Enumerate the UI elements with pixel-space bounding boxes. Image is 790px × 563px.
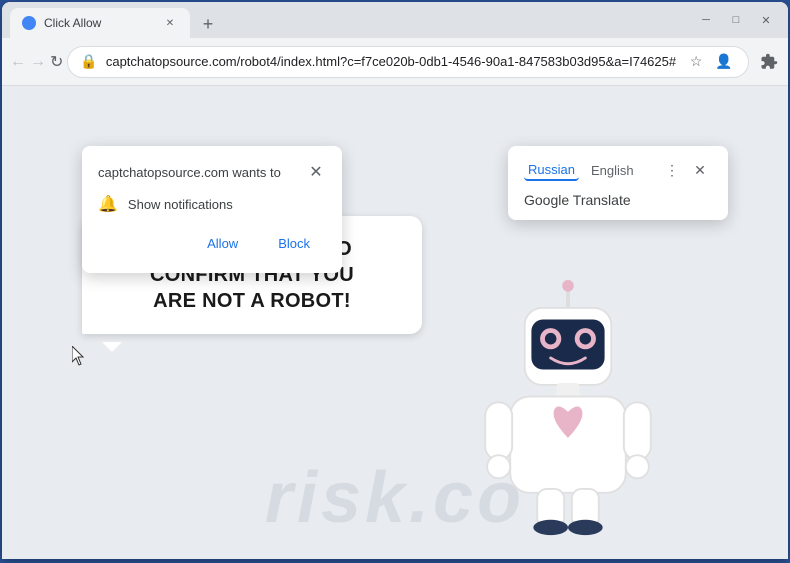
address-bar-icons: ☆ 👤: [684, 50, 736, 74]
tab-favicon: [22, 16, 36, 30]
translate-close-icon[interactable]: ✕: [688, 158, 712, 182]
url-text: captchatopsource.com/robot4/index.html?c…: [106, 54, 676, 69]
popup-title: captchatopsource.com wants to: [98, 165, 281, 180]
show-notifications-text: Show notifications: [128, 197, 233, 212]
bell-icon: 🔔: [98, 194, 118, 214]
translate-more-icon[interactable]: ⋮: [660, 158, 684, 182]
translate-popup: Russian English ⋮ ✕ Google Translate: [508, 146, 728, 220]
profile-icon[interactable]: 👤: [712, 50, 736, 74]
address-bar[interactable]: 🔒 captchatopsource.com/robot4/index.html…: [67, 46, 749, 78]
translate-icons: ⋮ ✕: [660, 158, 712, 182]
english-lang-button[interactable]: English: [587, 161, 638, 180]
active-tab[interactable]: Click Allow ✕: [10, 8, 190, 38]
new-tab-button[interactable]: +: [194, 10, 222, 38]
back-button[interactable]: ←: [10, 46, 26, 78]
window-controls: ─ □ ✕: [692, 6, 780, 34]
refresh-button[interactable]: ↻: [50, 46, 63, 78]
forward-button[interactable]: →: [30, 46, 46, 78]
robot-illustration: [468, 279, 668, 539]
popup-close-button[interactable]: ✕: [306, 162, 326, 182]
maximize-button[interactable]: □: [722, 6, 750, 34]
page-content: risk.co captchatopsource.com wants to ✕ …: [2, 86, 788, 559]
tab-area: Click Allow ✕ +: [10, 2, 692, 38]
russian-lang-button[interactable]: Russian: [524, 160, 579, 181]
translate-service-name: Google Translate: [524, 192, 712, 208]
popup-header: captchatopsource.com wants to ✕: [98, 162, 326, 182]
block-button[interactable]: Block: [262, 230, 326, 257]
browser-window: Click Allow ✕ + ─ □ ✕ ← → ↻ 🔒 captchatop…: [2, 2, 788, 559]
mouse-cursor: [72, 346, 84, 364]
popup-notification-item: 🔔 Show notifications: [98, 194, 326, 214]
lock-icon: 🔒: [80, 53, 97, 70]
title-bar: Click Allow ✕ + ─ □ ✕: [2, 2, 788, 38]
popup-buttons: Allow Block: [98, 230, 326, 257]
notification-popup: captchatopsource.com wants to ✕ 🔔 Show n…: [82, 146, 342, 273]
tab-title: Click Allow: [44, 16, 154, 30]
translate-header: Russian English ⋮ ✕: [524, 158, 712, 182]
navigation-bar: ← → ↻ 🔒 captchatopsource.com/robot4/inde…: [2, 38, 788, 86]
translate-languages: Russian English: [524, 160, 638, 181]
allow-button[interactable]: Allow: [191, 230, 254, 257]
bookmark-icon[interactable]: ☆: [684, 50, 708, 74]
close-button[interactable]: ✕: [752, 6, 780, 34]
minimize-button[interactable]: ─: [692, 6, 720, 34]
nav-right-buttons: ⋮: [753, 46, 790, 78]
tab-close-button[interactable]: ✕: [162, 15, 178, 31]
extensions-icon[interactable]: [753, 46, 785, 78]
